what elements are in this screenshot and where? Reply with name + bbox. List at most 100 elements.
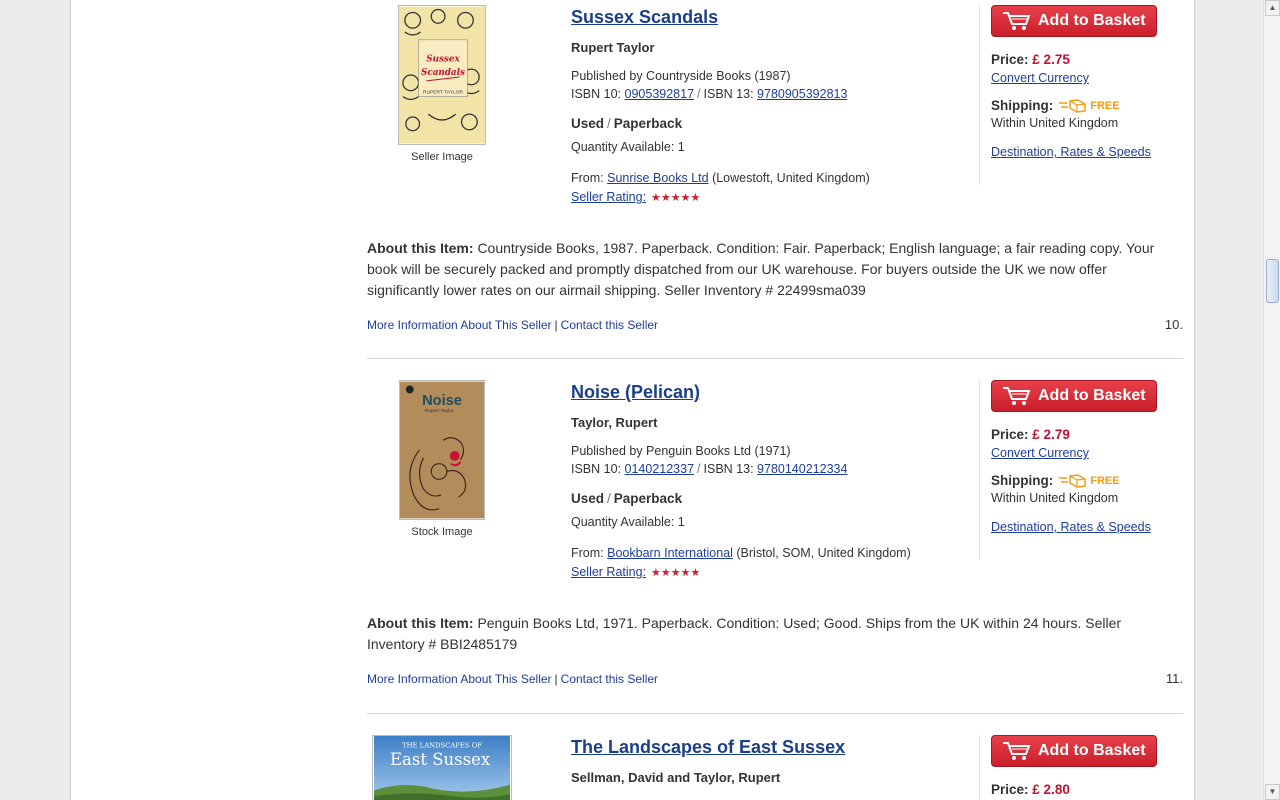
add-to-basket-button[interactable]: Add to Basket (991, 380, 1157, 412)
cover-top-text: THE LANDSCAPES OF (402, 742, 482, 750)
about-label: About this Item: (367, 615, 474, 631)
about-item: About this Item: Countryside Books, 1987… (367, 238, 1179, 301)
add-to-basket-button[interactable]: Add to Basket (991, 5, 1157, 37)
item-title-link[interactable]: The Landscapes of East Sussex (571, 737, 845, 758)
isbn-line: ISBN 10: 0905392817/ISBN 13: 97809053928… (571, 85, 971, 103)
cover-title: Noise (422, 393, 462, 409)
seller-rating: Seller Rating: ★★★★★ (571, 190, 971, 204)
publication-info: Published by Countryside Books (1987) IS… (571, 67, 971, 103)
cover-author: Rupert Taylor (425, 408, 454, 414)
price-value: £ 2.75 (1032, 52, 1070, 67)
about-text: Countryside Books, 1987. Paperback. Cond… (367, 240, 1155, 298)
price-row: Price: £ 2.79 (991, 427, 1191, 442)
thumbnail-wrap: Sussex Scandals RUPERT TAYLOR Seller Ima… (367, 5, 517, 163)
seller-rating: Seller Rating: ★★★★★ (571, 565, 971, 579)
isbn13-label: ISBN 13: (703, 462, 754, 476)
isbn10-link[interactable]: 0140212337 (625, 462, 695, 476)
free-label: FREE (1090, 474, 1120, 487)
vertical-scrollbar[interactable]: ▲ ▼ (1263, 0, 1280, 800)
item-author: Taylor, Rupert (571, 415, 658, 430)
link-separator: | (554, 672, 558, 686)
isbn-line: ISBN 10: 0140212337/ISBN 13: 97801402123… (571, 460, 971, 478)
slash-separator: / (607, 116, 611, 131)
condition-binding: Used / Paperback (571, 116, 971, 131)
add-to-basket-label: Add to Basket (1038, 12, 1146, 29)
scroll-up-arrow-icon[interactable]: ▲ (1265, 0, 1280, 16)
delivery-truck-icon (1059, 98, 1086, 113)
shipping-within: Within United Kingdom (991, 116, 1119, 130)
seller-rating-link[interactable]: Seller Rating: (571, 565, 646, 579)
price-row: Price: £ 2.75 (991, 52, 1191, 67)
purchase-panel: Add to Basket Price: £ 2.79 Convert Curr… (979, 380, 1191, 560)
listing-landscapes-east-sussex: THE LANDSCAPES OF East Sussex The Landsc… (367, 735, 1187, 800)
shopping-cart-icon (1003, 742, 1031, 760)
about-item: About this Item: Penguin Books Ltd, 1971… (367, 613, 1179, 655)
destination-rates-link[interactable]: Destination, Rates & Speeds (991, 520, 1151, 534)
seller-rating-link[interactable]: Seller Rating: (571, 190, 646, 204)
about-text: Penguin Books Ltd, 1971. Paperback. Cond… (367, 615, 1122, 652)
rating-stars-icon: ★★★★★ (651, 566, 701, 579)
isbn13-link[interactable]: 9780140212334 (757, 462, 847, 476)
about-label: About this Item: (367, 240, 474, 256)
isbn13-link[interactable]: 9780905392813 (757, 87, 847, 101)
free-label: FREE (1090, 99, 1120, 112)
price-label: Price: (991, 782, 1029, 797)
cover-author: RUPERT TAYLOR (423, 90, 463, 96)
publisher-line: Published by Countryside Books (1987) (571, 69, 791, 83)
item-title-link[interactable]: Sussex Scandals (571, 7, 718, 28)
book-cover-image[interactable]: THE LANDSCAPES OF East Sussex (372, 735, 512, 800)
cover-title-word1: Sussex (426, 54, 460, 64)
price-row: Price: £ 2.80 (991, 782, 1191, 797)
shopping-cart-icon (1003, 387, 1031, 405)
contact-seller-link[interactable]: Contact this Seller (561, 672, 658, 686)
listing-divider (367, 358, 1183, 359)
quantity-available: Quantity Available: 1 (571, 515, 685, 529)
condition-text: Used (571, 116, 605, 131)
add-to-basket-label: Add to Basket (1038, 387, 1146, 404)
price-value: £ 2.80 (1032, 782, 1070, 797)
listing-sussex-scandals: Sussex Scandals RUPERT TAYLOR Seller Ima… (367, 5, 1187, 355)
book-cover-image[interactable]: Noise Rupert Taylor (399, 380, 485, 520)
quantity-available: Quantity Available: 1 (571, 140, 685, 154)
seller-line: From: Bookbarn International (Bristol, S… (571, 546, 971, 560)
seller-name-link[interactable]: Bookbarn International (607, 546, 733, 560)
item-info: Sussex Scandals Rupert Taylor Published … (571, 7, 971, 204)
seller-line: From: Sunrise Books Ltd (Lowestoft, Unit… (571, 171, 971, 185)
contact-seller-link[interactable]: Contact this Seller (561, 318, 658, 332)
delivery-truck-icon (1059, 473, 1086, 488)
from-label: From: (571, 546, 604, 560)
publisher-line: Published by Penguin Books Ltd (1971) (571, 444, 791, 458)
isbn10-link[interactable]: 0905392817 (625, 87, 695, 101)
shipping-label: Shipping: (991, 473, 1054, 488)
cover-title: East Sussex (390, 750, 491, 769)
result-number: 11. (1165, 671, 1183, 686)
seller-location: (Bristol, SOM, United Kingdom) (736, 546, 911, 560)
more-info-seller-link[interactable]: More Information About This Seller (367, 318, 552, 332)
shipping-within: Within United Kingdom (991, 491, 1119, 505)
condition-text: Used (571, 491, 605, 506)
free-shipping-badge: FREE (1059, 473, 1120, 488)
slash-separator: / (607, 491, 611, 506)
item-title-link[interactable]: Noise (Pelican) (571, 382, 700, 403)
cover-title-word2: Scandals (421, 68, 465, 78)
results-page: Sussex Scandals RUPERT TAYLOR Seller Ima… (70, 0, 1195, 800)
shopping-cart-icon (1003, 12, 1031, 30)
seller-location: (Lowestoft, United Kingdom) (712, 171, 870, 185)
thumbnail-wrap: THE LANDSCAPES OF East Sussex (367, 735, 517, 800)
publication-info: Published by Penguin Books Ltd (1971) IS… (571, 442, 971, 478)
book-cover-image[interactable]: Sussex Scandals RUPERT TAYLOR (398, 5, 486, 145)
scrollbar-thumb[interactable] (1266, 259, 1279, 303)
scroll-down-arrow-icon[interactable]: ▼ (1265, 784, 1280, 800)
listing-noise-pelican: Noise Rupert Taylor Stock Image Noise (P… (367, 380, 1187, 710)
binding-text: Paperback (613, 491, 683, 506)
convert-currency-link[interactable]: Convert Currency (991, 71, 1089, 85)
slash-separator: / (697, 462, 701, 476)
add-to-basket-button[interactable]: Add to Basket (991, 735, 1157, 767)
destination-rates-link[interactable]: Destination, Rates & Speeds (991, 145, 1151, 159)
convert-currency-link[interactable]: Convert Currency (991, 446, 1089, 460)
isbn10-label: ISBN 10: (571, 462, 622, 476)
condition-binding: Used / Paperback (571, 491, 971, 506)
more-info-seller-link[interactable]: More Information About This Seller (367, 672, 552, 686)
seller-name-link[interactable]: Sunrise Books Ltd (607, 171, 708, 185)
price-value: £ 2.79 (1032, 427, 1070, 442)
